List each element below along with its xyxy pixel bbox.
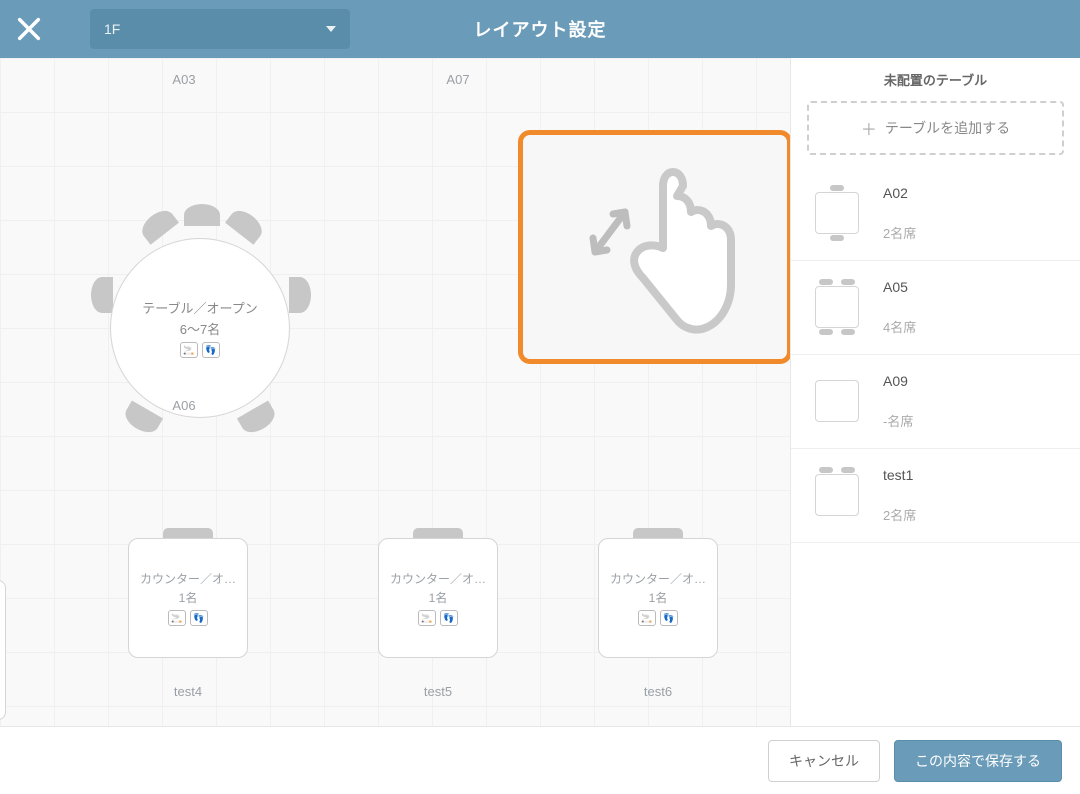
item-name: test1 [883, 467, 916, 483]
smoking-icon: 🚬 [638, 610, 656, 626]
footprint-icon: 👣 [190, 610, 208, 626]
table-type: テーブル／オープン [142, 298, 257, 317]
footer-bar: キャンセル この内容で保存する [0, 726, 1080, 794]
table-capacity: 6〜7名 [180, 319, 220, 338]
seat-icon [633, 528, 683, 538]
table-thumb [809, 185, 865, 241]
table-capacity: 1名 [388, 589, 488, 606]
item-name: A02 [883, 185, 916, 201]
seat-icon [413, 528, 463, 538]
item-name: A09 [883, 373, 913, 389]
drag-gesture-icon [555, 152, 755, 342]
table-label-a07: A07 [398, 72, 518, 87]
footprint-icon: 👣 [440, 610, 458, 626]
item-capacity: 2名席 [883, 505, 916, 524]
unplaced-title: 未配置のテーブル [791, 58, 1080, 101]
layout-canvas[interactable]: A03 A07 テーブル／オープン 6〜7名 🚬 👣 A06 [0, 58, 790, 726]
table-label-a06: A06 [124, 398, 244, 413]
close-icon [15, 15, 43, 43]
table-thumb [809, 279, 865, 335]
seat-icon [184, 204, 220, 226]
chevron-down-icon [326, 26, 336, 32]
seat-icon [225, 205, 267, 245]
add-table-label: テーブルを追加する [885, 118, 1010, 138]
smoking-icon: 🚬 [168, 610, 186, 626]
unplaced-item-a02[interactable]: A02 2名席 [791, 167, 1080, 261]
page-title: レイアウト設定 [474, 16, 607, 42]
plus-icon: ＋ [861, 116, 877, 140]
table-feature-icons: 🚬 👣 [180, 342, 220, 358]
save-button[interactable]: この内容で保存する [894, 740, 1062, 782]
table-type: カウンター／オ… [388, 570, 488, 587]
table-thumb [809, 467, 865, 523]
footprint-icon: 👣 [660, 610, 678, 626]
seat-icon [91, 277, 113, 313]
floor-select-label: 1F [104, 21, 120, 37]
unplaced-item-a09[interactable]: A09 -名席 [791, 355, 1080, 449]
table-counter-test6[interactable]: カウンター／オ… 1名 🚬👣 test6 [598, 528, 718, 699]
item-capacity: -名席 [883, 411, 913, 430]
seat-icon [137, 205, 179, 245]
table-label-a03: A03 [124, 72, 244, 87]
table-counter-test4[interactable]: カウンター／オ… 1名 🚬👣 test4 [128, 528, 248, 699]
item-capacity: 2名席 [883, 223, 916, 242]
smoking-icon: 🚬 [418, 610, 436, 626]
table-counter-test5[interactable]: カウンター／オ… 1名 🚬👣 test5 [378, 528, 498, 699]
smoking-icon: 🚬 [180, 342, 198, 358]
drag-hint-overlay [518, 130, 790, 364]
table-type: カウンター／オ… [138, 570, 238, 587]
add-table-button[interactable]: ＋ テーブルを追加する [807, 101, 1064, 155]
table-clipped[interactable] [0, 580, 6, 720]
floor-select[interactable]: 1F [90, 9, 350, 49]
table-thumb [809, 373, 865, 429]
table-capacity: 1名 [138, 589, 238, 606]
unplaced-panel: 未配置のテーブル ＋ テーブルを追加する A02 2名席 [790, 58, 1080, 726]
header-bar: 1F レイアウト設定 [0, 0, 1080, 58]
footprint-icon: 👣 [202, 342, 220, 358]
table-label: test4 [128, 684, 248, 699]
table-type: カウンター／オ… [608, 570, 708, 587]
table-body: テーブル／オープン 6〜7名 🚬 👣 [110, 238, 290, 418]
seat-icon [289, 277, 311, 313]
table-label: test5 [378, 684, 498, 699]
unplaced-item-a05[interactable]: A05 4名席 [791, 261, 1080, 355]
item-name: A05 [883, 279, 916, 295]
cancel-button[interactable]: キャンセル [768, 740, 880, 782]
close-button[interactable] [0, 0, 58, 58]
table-capacity: 1名 [608, 589, 708, 606]
item-capacity: 4名席 [883, 317, 916, 336]
unplaced-item-test1[interactable]: test1 2名席 [791, 449, 1080, 543]
seat-icon [163, 528, 213, 538]
table-label: test6 [598, 684, 718, 699]
